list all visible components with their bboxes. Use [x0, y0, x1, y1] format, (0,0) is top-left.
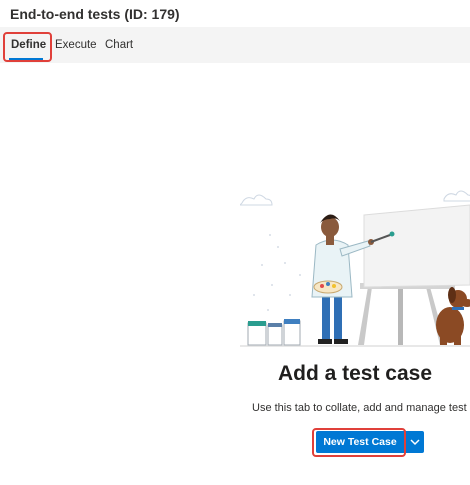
empty-state-heading: Add a test case: [277, 362, 433, 385]
chevron-down-icon: [409, 439, 420, 446]
selected-tab-indicator: [9, 58, 43, 61]
tab-execute[interactable]: Execute: [55, 27, 97, 63]
painter-illustration: [240, 190, 470, 347]
tab-chart[interactable]: Chart: [105, 27, 133, 63]
new-test-case-button[interactable]: New Test Case: [316, 431, 404, 453]
new-test-case-dropdown-button[interactable]: [405, 431, 424, 453]
empty-state-description: Use this tab to collate, add and manage …: [252, 402, 470, 414]
tab-bar: Define Execute Chart: [0, 27, 470, 63]
page-title: End-to-end tests (ID: 179): [10, 6, 180, 22]
